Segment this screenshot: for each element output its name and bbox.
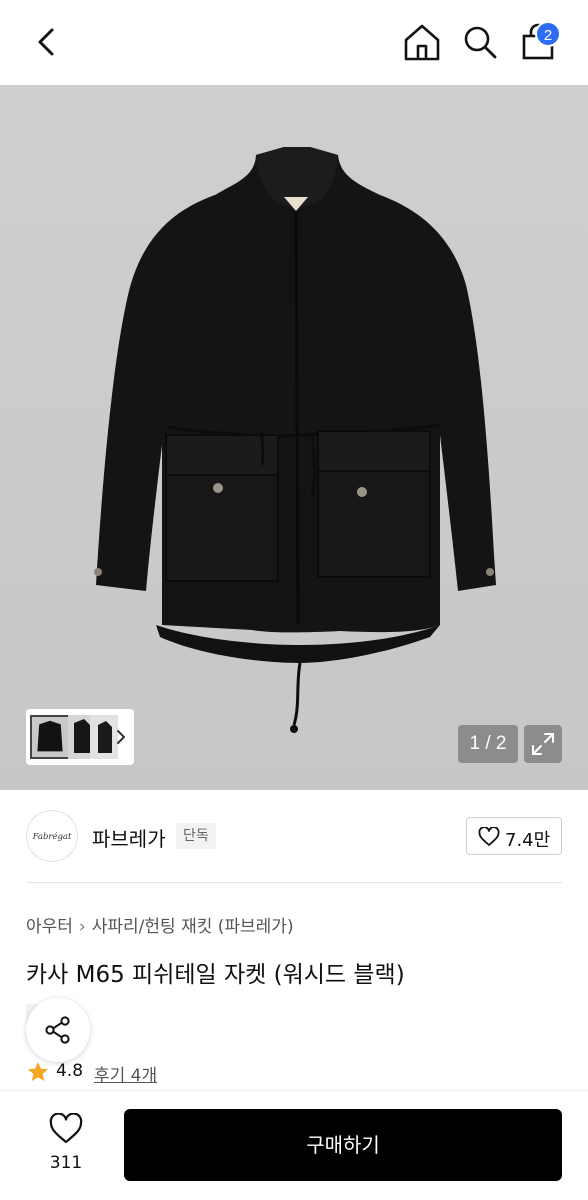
breadcrumb: 아우터 › 사파리/헌팅 재킷 (파브레가)	[26, 912, 294, 937]
bottom-action-bar: 311 구매하기	[0, 1090, 588, 1200]
thumbnail-jacket-icon	[37, 720, 63, 752]
product-title: 카사 M65 피쉬테일 자켓 (워시드 블랙)	[26, 962, 405, 988]
product-image-gallery[interactable]: 1 / 2	[0, 85, 588, 790]
image-page-counter: 1 / 2	[458, 725, 518, 763]
expand-arrows-icon	[532, 733, 554, 755]
star-icon	[28, 1062, 48, 1081]
brand-like-count: 7.4만	[505, 830, 551, 851]
review-count-link[interactable]: 후기 4개	[94, 1061, 157, 1086]
heart-icon	[478, 827, 500, 846]
chevron-right-icon[interactable]	[114, 727, 128, 747]
home-icon[interactable]	[402, 22, 442, 62]
heart-icon	[49, 1113, 83, 1144]
search-icon[interactable]	[460, 22, 500, 62]
thumbnail-strip[interactable]	[26, 709, 134, 765]
brand-name[interactable]: 파브레가	[92, 823, 166, 852]
share-button[interactable]	[26, 998, 90, 1062]
thumbnail-1[interactable]	[30, 715, 70, 759]
wishlist-button[interactable]: 311	[40, 1109, 92, 1179]
brand-logo[interactable]: Fabrégat	[26, 810, 78, 862]
chevron-right-icon: ›	[78, 917, 86, 937]
buy-button[interactable]: 구매하기	[124, 1109, 562, 1181]
brand-like-button[interactable]: 7.4만	[466, 817, 562, 855]
share-icon	[45, 1016, 70, 1044]
top-navigation-bar: 2	[0, 0, 588, 85]
cart-count-badge: 2	[535, 21, 561, 47]
jacket-product-image	[94, 147, 496, 733]
wishlist-count: 311	[49, 1153, 83, 1173]
section-divider	[26, 882, 562, 883]
brand-row: Fabrégat 파브레가 단독 7.4만	[0, 790, 588, 882]
rating-score: 4.8	[56, 1061, 84, 1081]
breadcrumb-item-subcategory[interactable]: 사파리/헌팅 재킷 (파브레가)	[92, 917, 294, 937]
brand-exclusive-tag: 단독	[176, 823, 216, 849]
breadcrumb-item-category[interactable]: 아우터	[26, 917, 73, 937]
fullscreen-expand-button[interactable]	[524, 725, 562, 763]
back-arrow-icon[interactable]	[28, 22, 64, 62]
